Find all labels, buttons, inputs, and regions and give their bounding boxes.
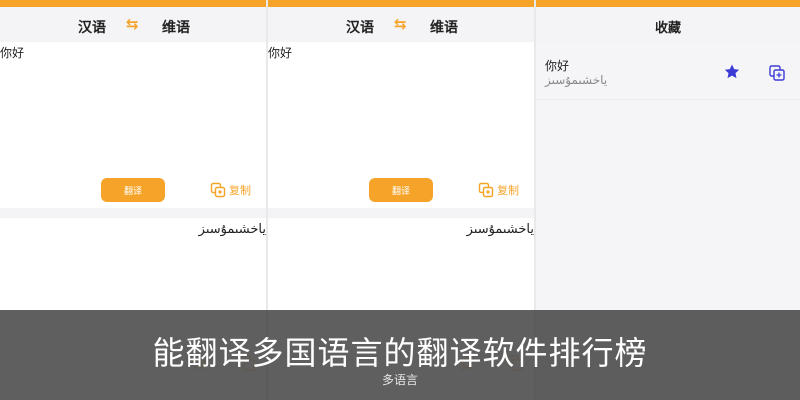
page-title: 收藏 [654,21,681,36]
copy-icon[interactable] [768,64,786,82]
language-bar: 汉语 ⇆ 维语 [0,7,266,42]
favorites-header: 收藏 [536,7,800,44]
result-text: ياخشىمۇسىز [466,222,534,237]
copy-label: 复制 [229,184,251,197]
status-bar [536,0,800,7]
input-text[interactable]: 你好 [268,44,292,61]
caption-subtitle: 多语言 [381,373,418,387]
swap-arrows-icon[interactable]: ⇆ [394,15,407,33]
translate-button[interactable]: 翻译 [101,178,165,202]
copy-button[interactable]: 复制 [478,182,519,198]
favorite-target-text: ياخشىمۇسىز [545,73,608,87]
status-bar [268,0,534,7]
language-bar: 汉语 ⇆ 维语 [268,7,534,42]
copy-button[interactable]: 复制 [210,182,251,198]
section-divider [268,208,534,218]
result-area: ياخشىمۇسىز [268,218,534,310]
target-language-button[interactable]: 维语 [430,17,458,37]
copy-label: 复制 [497,184,519,197]
star-filled-icon[interactable] [723,63,741,81]
favorite-source-text: 你好 [545,59,570,73]
section-divider [0,208,266,218]
copy-icon [478,182,494,198]
result-text: ياخشىمۇسىز [198,222,266,237]
caption-title: 能翻译多国语言的翻译软件排行榜 [152,334,648,372]
status-bar [0,0,266,7]
list-item[interactable]: 你好 ياخشىمۇسىز [536,48,800,100]
target-language-button[interactable]: 维语 [162,17,190,37]
copy-icon [210,182,226,198]
translate-button[interactable]: 翻译 [369,178,433,202]
input-text[interactable]: 你好 [0,44,24,61]
result-area: ياخشىمۇسىز [0,218,266,310]
source-language-button[interactable]: 汉语 [78,17,106,37]
source-language-button[interactable]: 汉语 [346,17,374,37]
caption-overlay: 能翻译多国语言的翻译软件排行榜 多语言 [0,310,800,400]
swap-arrows-icon[interactable]: ⇆ [126,15,139,33]
